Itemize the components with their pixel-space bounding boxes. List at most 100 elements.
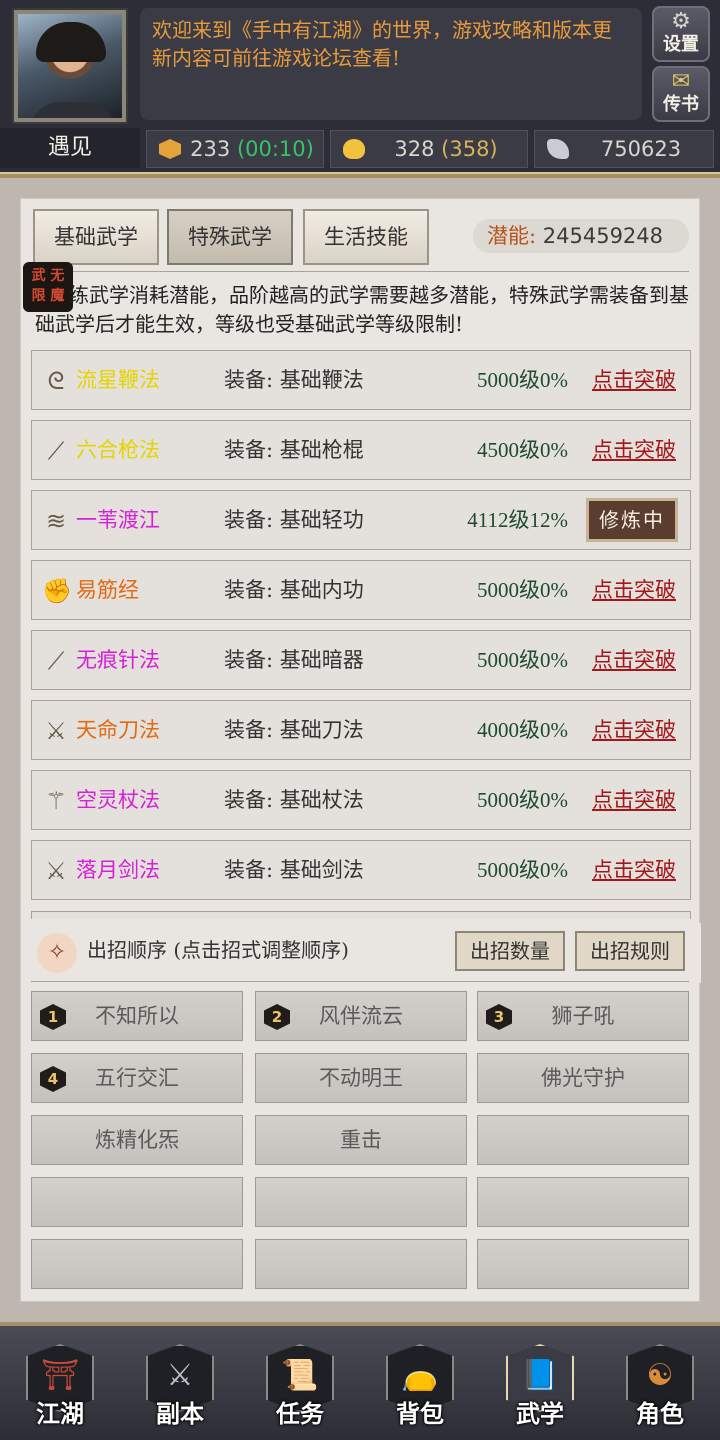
training-stamp[interactable]: 修炼中 — [586, 498, 678, 542]
mail-button[interactable]: ✉ 传书 — [652, 66, 710, 122]
order-count-button[interactable]: 出招数量 — [455, 931, 565, 971]
header-divider — [0, 172, 720, 178]
skill-name[interactable]: 易筋经 — [76, 561, 139, 619]
skill-row[interactable]: ᘓ 流星鞭法 装备: 基础鞭法 5000级0% 点击突破 — [31, 350, 691, 410]
move-slot[interactable] — [255, 1177, 467, 1227]
skill-equip: 装备: 基础枪棍 — [224, 438, 364, 462]
skill-equip: 装备: 基础鞭法 — [224, 368, 364, 392]
move-slot[interactable]: 重击 — [255, 1115, 467, 1165]
gem-timer: (00:10) — [236, 137, 314, 161]
breakthrough-link[interactable]: 点击突破 — [592, 561, 676, 619]
move-slot[interactable]: 3 狮子吼 — [477, 991, 689, 1041]
resource-gold[interactable]: 328 (358) — [330, 130, 528, 168]
spear-icon: ⟋ — [47, 437, 65, 465]
skill-level: 5000级0% — [477, 368, 568, 392]
move-slot[interactable]: 2 风伴流云 — [255, 991, 467, 1041]
skill-name[interactable]: 六合枪法 — [76, 421, 160, 479]
move-slot[interactable] — [477, 1239, 689, 1289]
resource-silver[interactable]: 750623 — [534, 130, 714, 168]
slot-move-name: 五行交汇 — [95, 1066, 179, 1090]
notice-banner[interactable]: 欢迎来到《手中有江湖》的世界，游戏攻略和版本更新内容可前往游戏论坛查看! — [140, 8, 642, 120]
skill-row[interactable]: ⟋ 六合枪法 装备: 基础枪棍 4500级0% 点击突破 — [31, 420, 691, 480]
skill-name[interactable]: 一苇渡江 — [76, 491, 160, 549]
slot-order-badge: 1 — [40, 1004, 66, 1030]
move-slot[interactable]: 炼精化炁 — [31, 1115, 243, 1165]
skill-level: 5000级0% — [477, 858, 568, 882]
skill-name[interactable]: 落月剑法 — [76, 841, 160, 899]
move-slot[interactable] — [31, 1177, 243, 1227]
skill-equip: 装备: 基础暗器 — [224, 648, 364, 672]
palace-icon: ⛩ — [40, 1358, 80, 1393]
tab-basic-martial[interactable]: 基础武学 — [33, 209, 159, 265]
move-slot[interactable] — [255, 1239, 467, 1289]
breakthrough-link[interactable]: 点击突破 — [592, 771, 676, 829]
book-icon: 📘 — [521, 1358, 559, 1393]
gold-value: 328 — [394, 137, 435, 161]
move-slot[interactable]: 不动明王 — [255, 1053, 467, 1103]
skill-name[interactable]: 天命刀法 — [76, 701, 160, 759]
skill-name[interactable]: 流星鞭法 — [76, 351, 160, 409]
breakthrough-link[interactable]: 点击突破 — [592, 841, 676, 899]
order-rules-button[interactable]: 出招规则 — [575, 931, 685, 971]
nav-character[interactable]: ☯ 角色 — [622, 1344, 698, 1428]
boot-icon: ≋ — [45, 507, 67, 535]
mail-label: 传书 — [663, 94, 699, 115]
skill-row[interactable]: ≋ 一苇渡江 装备: 基础轻功 4112级12% 修炼中 — [31, 490, 691, 550]
skill-row[interactable]: ⟋ 无痕针法 装备: 基础暗器 5000级0% 点击突破 — [31, 630, 691, 690]
skill-row[interactable]: ⚔ 落月剑法 装备: 基础剑法 5000级0% 点击突破 — [31, 840, 691, 900]
description-text: 练武学消耗潜能，品阶越高的武学需要越多潜能，特殊武学需装备到基础武学后才能生效，… — [35, 283, 689, 336]
skill-row[interactable]: ⚚ 空灵杖法 装备: 基础杖法 5000级0% 点击突破 — [31, 770, 691, 830]
skill-equip: 装备: 基础杖法 — [224, 788, 364, 812]
move-slot[interactable] — [477, 1177, 689, 1227]
breakthrough-link[interactable]: 点击突破 — [592, 351, 676, 409]
nav-bag-label: 背包 — [396, 1399, 444, 1428]
move-slot[interactable] — [477, 1115, 689, 1165]
move-slot[interactable]: 1 不知所以 — [31, 991, 243, 1041]
avatar[interactable] — [12, 8, 128, 124]
nav-tasks[interactable]: 📜 任务 — [262, 1344, 338, 1428]
tab-life-skills[interactable]: 生活技能 — [303, 209, 429, 265]
move-slot[interactable]: 佛光守护 — [477, 1053, 689, 1103]
breakthrough-link[interactable]: 点击突破 — [592, 701, 676, 759]
nav-tasks-label: 任务 — [276, 1399, 324, 1428]
skill-row[interactable]: ⚔ 天命刀法 装备: 基础刀法 4000级0% 点击突破 — [31, 700, 691, 760]
nav-dungeon-label: 副本 — [156, 1399, 204, 1428]
slot-move-name: 风伴流云 — [319, 1004, 403, 1028]
slot-move-name: 炼精化炁 — [95, 1128, 179, 1152]
skill-equip: 装备: 基础轻功 — [224, 508, 364, 532]
skill-name[interactable]: 空灵杖法 — [76, 771, 160, 829]
move-slot[interactable] — [31, 1239, 243, 1289]
bag-icon: 👝 — [401, 1358, 439, 1393]
skill-name[interactable]: 无痕针法 — [76, 631, 160, 689]
skill-equip: 装备: 基础内功 — [224, 578, 364, 602]
skill-row[interactable]: ✊ 易筋经 装备: 基础内功 5000级0% 点击突破 — [31, 560, 691, 620]
nav-character-label: 角色 — [636, 1399, 684, 1428]
tab-special-martial[interactable]: 特殊武学 — [167, 209, 293, 265]
potential-value: 245459248 — [542, 224, 664, 248]
resource-gem[interactable]: 233 (00:10) — [146, 130, 324, 168]
nav-dungeon[interactable]: ⚔ 副本 — [142, 1344, 218, 1428]
nav-martial[interactable]: 📘 武学 — [502, 1344, 578, 1428]
nav-jianghu[interactable]: ⛩ 江湖 — [22, 1344, 98, 1428]
silver-value: 750623 — [600, 137, 682, 161]
nav-jianghu-label: 江湖 — [36, 1399, 84, 1428]
martial-arts-panel: 基础武学 特殊武学 生活技能 潜能: 245459248 武 无 限 魔 练武学… — [20, 198, 701, 1302]
breakthrough-link[interactable]: 点击突破 — [592, 631, 676, 689]
bottom-nav: ⛩ 江湖 ⚔ 副本 📜 任务 👝 背包 📘 武学 ☯ 角色 — [0, 1322, 720, 1440]
skill-list-overflow — [31, 911, 691, 919]
slot-move-name: 重击 — [340, 1128, 382, 1152]
top-header: 欢迎来到《手中有江湖》的世界，游戏攻略和版本更新内容可前往游戏论坛查看! ⚙ 设… — [0, 0, 720, 172]
skill-level: 4112级12% — [467, 508, 568, 532]
potential-label: 潜能: — [487, 224, 537, 248]
slot-order-badge: 2 — [264, 1004, 290, 1030]
meet-tab[interactable]: 遇见 — [0, 128, 140, 168]
settings-label: 设置 — [663, 34, 699, 55]
avatar-image — [18, 14, 122, 118]
move-slot[interactable]: 4 五行交汇 — [31, 1053, 243, 1103]
settings-button[interactable]: ⚙ 设置 — [652, 6, 710, 62]
skill-level: 5000级0% — [477, 578, 568, 602]
breakthrough-link[interactable]: 点击突破 — [592, 421, 676, 479]
nav-bag[interactable]: 👝 背包 — [382, 1344, 458, 1428]
scroll-icon: 📜 — [281, 1358, 319, 1393]
skill-equip: 装备: 基础剑法 — [224, 858, 364, 882]
